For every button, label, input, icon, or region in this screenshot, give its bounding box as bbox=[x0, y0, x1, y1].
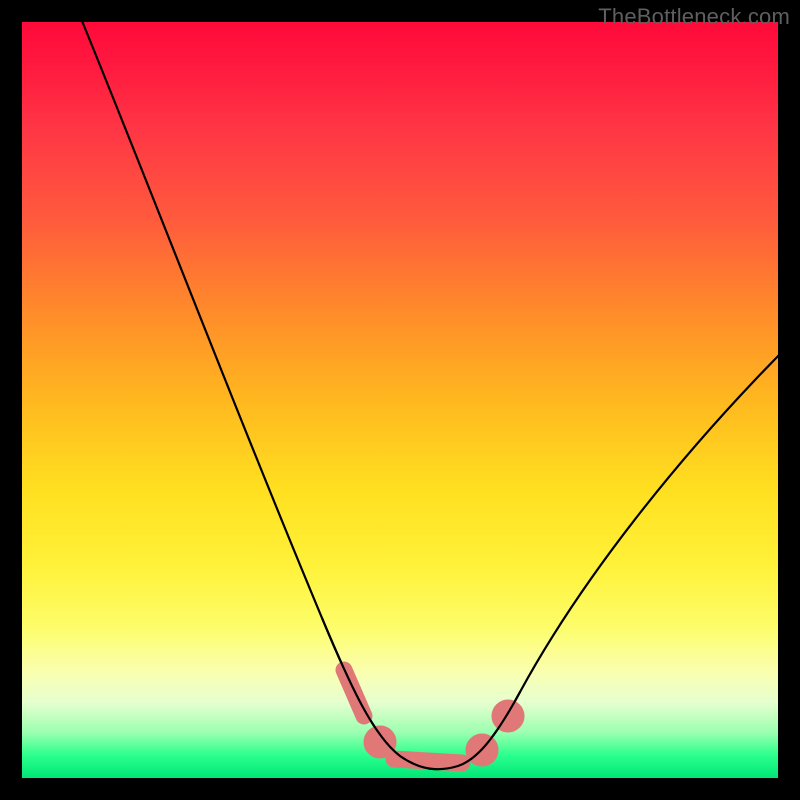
chart-svg bbox=[22, 22, 778, 778]
watermark-text: TheBottleneck.com bbox=[598, 4, 790, 30]
highlight-segment bbox=[344, 670, 516, 763]
bottleneck-curve bbox=[80, 16, 792, 769]
outer-frame: TheBottleneck.com bbox=[0, 0, 800, 800]
plot-area bbox=[22, 22, 778, 778]
